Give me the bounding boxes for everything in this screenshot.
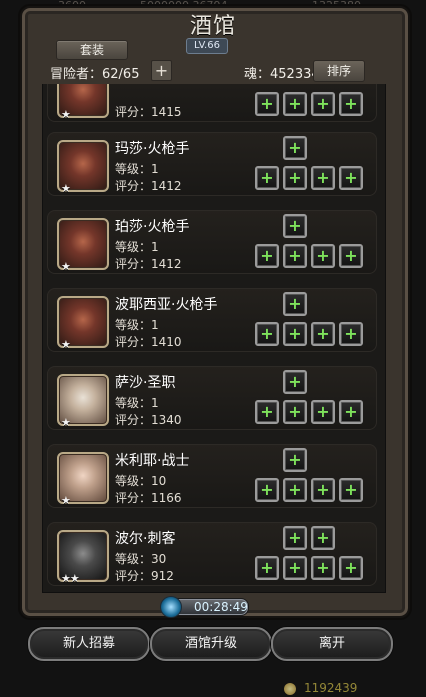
- timer-text: 00:28:49: [194, 600, 248, 614]
- suit-button[interactable]: 套装: [56, 40, 128, 60]
- adventurer-score: 评分：912: [115, 569, 174, 583]
- adventurer-card[interactable]: ★ 波耶西亚·火枪手 等级：1 评分：1410 + + + + +: [47, 288, 377, 352]
- adventurer-name: 米利耶·战士: [115, 453, 190, 469]
- equipment-slot[interactable]: +: [283, 478, 307, 502]
- equipment-slot[interactable]: +: [255, 322, 279, 346]
- adventurer-score: 评分：1166: [115, 491, 182, 505]
- adventurer-score: 评分：1415: [115, 105, 182, 119]
- add-adventurer-slot-button[interactable]: +: [151, 60, 172, 81]
- equipment-slot[interactable]: +: [283, 292, 307, 316]
- adventurer-level: 等级：1: [115, 318, 159, 332]
- star-rating: ★: [61, 260, 71, 273]
- equipment-slot[interactable]: +: [283, 92, 307, 116]
- equipment-slot[interactable]: +: [255, 400, 279, 424]
- equipment-slot[interactable]: +: [283, 556, 307, 580]
- upgrade-tavern-button[interactable]: 酒馆升级: [150, 627, 272, 661]
- adventurer-list[interactable]: ★ 等级 评分：1415 + + + + ★ 玛莎·火枪手 等级：1 评分：14…: [42, 84, 386, 593]
- equipment-slot[interactable]: +: [311, 556, 335, 580]
- adventurer-card[interactable]: ★ 等级 评分：1415 + + + +: [47, 84, 377, 122]
- tavern-level-badge: LV.66: [186, 38, 228, 54]
- gold-amount: 1192439: [304, 681, 358, 695]
- gold-display: 1192439: [252, 681, 422, 697]
- equipment-slot[interactable]: +: [283, 136, 307, 160]
- adventurer-card[interactable]: ★★ 波尔·刺客 等级：30 评分：912 + + + + + +: [47, 522, 377, 586]
- adventurer-card[interactable]: ★ 萨沙·圣职 等级：1 评分：1340 + + + + +: [47, 366, 377, 430]
- equipment-slot[interactable]: +: [255, 478, 279, 502]
- equipment-slot[interactable]: +: [339, 166, 363, 190]
- adventurer-score: 评分：1340: [115, 413, 182, 427]
- equipment-slot[interactable]: +: [311, 92, 335, 116]
- adventurer-level: 等级：1: [115, 240, 159, 254]
- adventurer-card[interactable]: ★ 米利耶·战士 等级：10 评分：1166 + + + + +: [47, 444, 377, 508]
- leave-button[interactable]: 离开: [271, 627, 393, 661]
- clock-icon: [160, 596, 182, 618]
- equipment-slot[interactable]: +: [311, 478, 335, 502]
- star-rating: ★: [61, 416, 71, 429]
- equipment-slot[interactable]: +: [255, 556, 279, 580]
- equipment-slot[interactable]: +: [283, 214, 307, 238]
- adventurer-name: 珀莎·火枪手: [115, 219, 190, 235]
- equipment-slot[interactable]: +: [283, 244, 307, 268]
- adventurer-score: 评分：1410: [115, 335, 182, 349]
- equipment-slot[interactable]: +: [339, 556, 363, 580]
- sort-button[interactable]: 排序: [313, 60, 365, 82]
- adventurer-card[interactable]: ★ 珀莎·火枪手 等级：1 评分：1412 + + + + +: [47, 210, 377, 274]
- adventurer-level: 等级：30: [115, 552, 167, 566]
- equipment-slot[interactable]: +: [283, 322, 307, 346]
- equipment-slot[interactable]: +: [339, 244, 363, 268]
- adventurer-card[interactable]: ★ 玛莎·火枪手 等级：1 评分：1412 + + + + +: [47, 132, 377, 196]
- equipment-slot[interactable]: +: [339, 400, 363, 424]
- adventurer-name: 玛莎·火枪手: [115, 141, 190, 157]
- recruit-button[interactable]: 新人招募: [28, 627, 150, 661]
- adventurer-name: 波尔·刺客: [115, 531, 176, 547]
- adventurer-count: 冒险者：62/65: [50, 67, 140, 82]
- equipment-slot[interactable]: +: [311, 400, 335, 424]
- equipment-slot[interactable]: +: [283, 370, 307, 394]
- adventurer-score: 评分：1412: [115, 257, 182, 271]
- equipment-slot[interactable]: +: [311, 526, 335, 550]
- adventurer-name: 萨沙·圣职: [115, 375, 176, 391]
- adventurer-level: 等级：10: [115, 474, 167, 488]
- equipment-slot[interactable]: +: [339, 478, 363, 502]
- refresh-timer: 00:28:49: [160, 596, 249, 618]
- equipment-slot[interactable]: +: [339, 322, 363, 346]
- equipment-slot[interactable]: +: [311, 322, 335, 346]
- equipment-slot[interactable]: +: [283, 166, 307, 190]
- equipment-slot[interactable]: +: [283, 526, 307, 550]
- equipment-slot[interactable]: +: [311, 244, 335, 268]
- star-rating: ★: [61, 338, 71, 351]
- equipment-slot[interactable]: +: [255, 244, 279, 268]
- star-rating: ★★: [61, 572, 80, 585]
- star-rating: ★: [61, 108, 71, 121]
- equipment-slot[interactable]: +: [255, 166, 279, 190]
- gold-icon: [284, 683, 296, 695]
- panel-title: 酒馆: [189, 14, 236, 39]
- star-rating: ★: [61, 494, 71, 507]
- equipment-slot[interactable]: +: [283, 400, 307, 424]
- adventurer-level: 等级：1: [115, 162, 159, 176]
- equipment-slot[interactable]: +: [339, 92, 363, 116]
- equipment-slot[interactable]: +: [311, 166, 335, 190]
- soul-currency: 魂：452334: [244, 67, 320, 82]
- adventurer-level: 等级：1: [115, 396, 159, 410]
- star-rating: ★: [61, 182, 71, 195]
- adventurer-name: 波耶西亚·火枪手: [115, 297, 218, 313]
- equipment-slot[interactable]: +: [283, 448, 307, 472]
- adventurer-score: 评分：1412: [115, 179, 182, 193]
- equipment-slot[interactable]: +: [255, 92, 279, 116]
